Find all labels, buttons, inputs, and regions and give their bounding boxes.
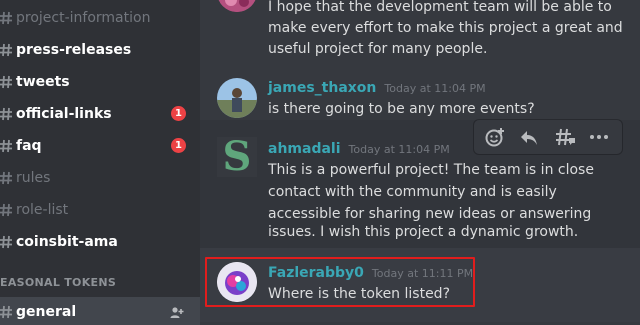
channel-label: project-information	[16, 10, 151, 26]
hash-icon	[0, 75, 14, 89]
message-author[interactable]: james_thaxon Today at 11:04 PM	[268, 80, 486, 96]
message-author[interactable]: ahmadali Today at 11:04 PM	[268, 141, 450, 157]
avatar[interactable]: S	[217, 137, 257, 177]
author-name[interactable]: ahmadali	[268, 141, 341, 157]
hash-icon	[0, 171, 14, 185]
message-line: This is a powerful project! The team is …	[268, 162, 594, 178]
add-reaction-icon[interactable]	[484, 126, 508, 148]
mention-badge: 1	[171, 138, 186, 153]
timestamp: Today at 11:04 PM	[348, 143, 450, 156]
channel-coinsbit-ama[interactable]: coinsbit-ama	[0, 227, 200, 257]
message-line: I hope that the development team will be…	[268, 0, 612, 15]
hash-icon	[0, 107, 14, 121]
channel-tweets[interactable]: tweets	[0, 67, 200, 97]
channel-label: faq	[16, 138, 42, 154]
channel-label: rules	[16, 170, 51, 186]
channel-project-information[interactable]: project-information	[0, 3, 200, 33]
channel-label: official-links	[16, 106, 112, 122]
timestamp: Today at 11:04 PM	[384, 82, 486, 95]
channel-role-list[interactable]: role-list	[0, 195, 200, 225]
channel-sidebar: project-information press-releases tweet…	[0, 0, 200, 325]
create-thread-icon[interactable]	[554, 126, 578, 148]
hash-icon	[0, 235, 14, 249]
channel-rules[interactable]: rules	[0, 163, 200, 193]
reply-icon[interactable]	[518, 126, 542, 148]
hash-icon	[0, 139, 14, 153]
hash-icon	[0, 203, 14, 217]
avatar-letter: S	[222, 137, 252, 177]
message-actions-toolbar	[474, 120, 622, 154]
message-line: contact with the community and is easily	[268, 184, 557, 200]
avatar[interactable]	[217, 78, 257, 118]
author-name[interactable]: james_thaxon	[268, 80, 376, 96]
channel-label: role-list	[16, 202, 69, 218]
channel-label: press-releases	[16, 42, 132, 58]
avatar[interactable]	[217, 0, 257, 12]
message-line: issues. I wish this project a dynamic gr…	[268, 224, 579, 240]
hash-icon	[0, 305, 14, 319]
add-member-icon[interactable]	[170, 305, 184, 319]
channel-label: tweets	[16, 74, 70, 90]
message-text: is there going to be any more events?	[268, 101, 535, 117]
hash-icon	[0, 11, 14, 25]
channel-general[interactable]: general	[0, 297, 200, 325]
more-icon[interactable]	[588, 126, 612, 148]
highlight-annotation-box	[205, 257, 475, 307]
channel-official-links[interactable]: official-links 1	[0, 99, 200, 129]
message-line: useful project for many people.	[268, 41, 488, 57]
channel-faq[interactable]: faq 1	[0, 131, 200, 161]
hash-icon	[0, 43, 14, 57]
channel-press-releases[interactable]: press-releases	[0, 35, 200, 65]
category-header[interactable]: EASONAL TOKENS	[0, 276, 116, 289]
mention-badge: 1	[171, 106, 186, 121]
channel-label: general	[16, 304, 77, 320]
message-line: make every effort to make this project a…	[268, 20, 623, 36]
channel-label: coinsbit-ama	[16, 234, 118, 250]
chat-area: I hope that the development team will be…	[200, 0, 640, 325]
